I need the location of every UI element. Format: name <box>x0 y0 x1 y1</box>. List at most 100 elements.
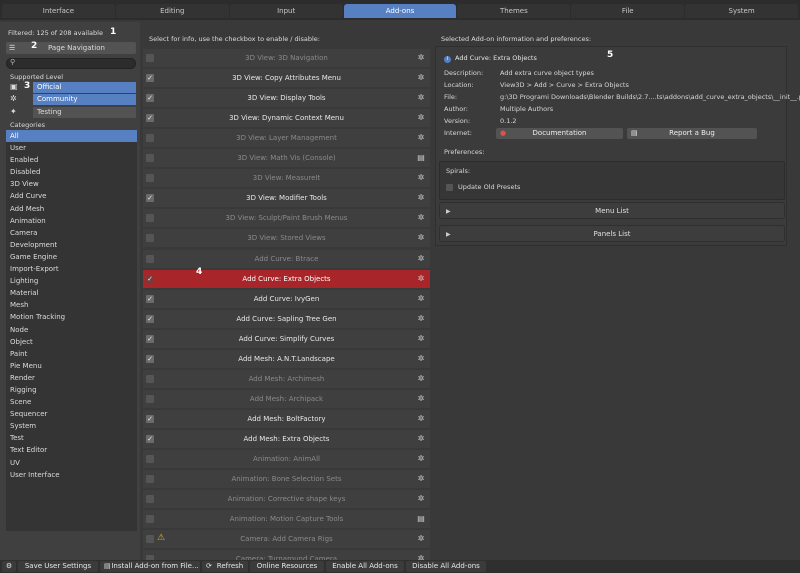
tab-interface[interactable]: Interface <box>2 4 115 18</box>
addon-enable-checkbox[interactable]: ✓ <box>146 194 154 203</box>
addon-enable-checkbox[interactable] <box>146 54 154 62</box>
category-item[interactable]: 3D View <box>6 178 137 190</box>
addon-enable-checkbox[interactable] <box>146 174 154 183</box>
category-item[interactable]: Object <box>6 336 137 348</box>
disable-all-button[interactable]: Disable All Add-ons <box>406 561 486 572</box>
addon-row[interactable]: 3D View: 3D Navigation ✲ <box>143 49 430 67</box>
category-item[interactable]: Lighting <box>6 275 137 287</box>
documentation-button[interactable]: ● Documentation <box>496 128 623 139</box>
category-item[interactable]: User Interface <box>6 469 137 481</box>
category-item[interactable]: Mesh <box>6 299 137 311</box>
category-item[interactable]: Text Editor <box>6 444 137 456</box>
addon-row[interactable]: Animation: Bone Selection Sets ✲ <box>143 470 430 489</box>
category-item[interactable]: Pie Menu <box>6 360 137 372</box>
category-item[interactable]: Development <box>6 239 137 251</box>
addon-enable-checkbox[interactable] <box>146 515 154 524</box>
category-item[interactable]: Add Mesh <box>6 203 137 215</box>
refresh-button[interactable]: ⟳ Refresh <box>202 561 248 572</box>
addon-enable-checkbox[interactable]: ✓ <box>146 114 154 123</box>
addon-row[interactable]: ✓ Add Curve: Sapling Tree Gen ✲ <box>143 309 430 328</box>
addon-row[interactable]: ✓ 3D View: Copy Attributes Menu ✲ <box>143 69 430 88</box>
addon-row[interactable]: ✓ Add Curve: Simplify Curves ✲ <box>143 329 430 348</box>
addon-row[interactable]: 3D View: MeasureIt ✲ <box>143 169 430 188</box>
addon-enable-checkbox[interactable] <box>146 394 154 403</box>
update-presets-checkbox[interactable] <box>446 184 453 191</box>
tab-system[interactable]: System <box>685 4 799 18</box>
addon-enable-checkbox[interactable] <box>146 254 154 263</box>
category-item[interactable]: Render <box>6 372 137 384</box>
level-testing[interactable]: Testing <box>33 107 136 118</box>
addon-enable-checkbox[interactable]: ✓ <box>146 274 154 283</box>
category-item[interactable]: Sequencer <box>6 408 137 420</box>
category-item[interactable]: Disabled <box>6 166 137 178</box>
addon-enable-checkbox[interactable] <box>146 495 154 504</box>
addon-row[interactable]: 3D View: Layer Management ✲ <box>143 129 430 148</box>
level-community[interactable]: Community <box>33 94 136 105</box>
addon-enable-checkbox[interactable] <box>146 455 154 463</box>
addon-enable-checkbox[interactable]: ✓ <box>146 354 154 363</box>
addon-enable-checkbox[interactable] <box>146 154 154 163</box>
panels-list-expander[interactable]: ▶ Panels List <box>439 225 785 242</box>
addon-row[interactable]: ✓ Add Mesh: Extra Objects ✲ <box>143 429 430 448</box>
addon-enable-checkbox[interactable] <box>146 234 154 243</box>
page-navigation-menu[interactable]: ☰ Page Navigation <box>6 42 136 54</box>
addon-row[interactable]: 3D View: Stored Views ✲ <box>143 229 430 248</box>
level-official[interactable]: Official <box>33 82 136 93</box>
category-item[interactable]: Game Engine <box>6 251 137 263</box>
addon-row[interactable]: Animation: Motion Capture Tools ▤ <box>143 510 430 529</box>
addon-row[interactable]: Add Mesh: Archipack ✲ <box>143 389 430 408</box>
category-item[interactable]: Add Curve <box>6 190 137 202</box>
enable-all-button[interactable]: Enable All Add-ons <box>326 561 404 572</box>
category-item[interactable]: Import-Export <box>6 263 137 275</box>
addon-row[interactable]: Add Mesh: Archimesh ✲ <box>143 369 430 388</box>
install-addon-button[interactable]: ▤ Install Add-on from File... <box>100 561 200 572</box>
addon-row[interactable]: 3D View: Sculpt/Paint Brush Menus ✲ <box>143 209 430 228</box>
addon-enable-checkbox[interactable]: ✓ <box>146 74 154 83</box>
addon-enable-checkbox[interactable]: ✓ <box>146 294 154 303</box>
addon-row[interactable]: ✓ 3D View: Display Tools ✲ <box>143 89 430 108</box>
addon-row[interactable]: 3D View: Math Vis (Console) ▤ <box>143 149 430 168</box>
preferences-icon[interactable]: ⚙ <box>2 561 16 572</box>
addon-enable-checkbox[interactable] <box>146 475 154 484</box>
online-resources-button[interactable]: Online Resources <box>250 561 324 572</box>
category-item[interactable]: User <box>6 142 137 154</box>
category-item[interactable]: Enabled <box>6 154 137 166</box>
menu-list-expander[interactable]: ▶ Menu List <box>439 202 785 219</box>
report-bug-button[interactable]: ▤ Report a Bug <box>627 128 757 139</box>
addon-row[interactable]: ✓ Add Mesh: BoltFactory ✲ <box>143 409 430 428</box>
category-item[interactable]: All <box>6 130 137 143</box>
addon-enable-checkbox[interactable]: ✓ <box>146 94 154 103</box>
addon-row[interactable]: Add Curve: Btrace ✲ <box>143 249 430 268</box>
addon-row[interactable]: ✓ 3D View: Modifier Tools ✲ <box>143 189 430 208</box>
category-item[interactable]: Rigging <box>6 384 137 396</box>
addon-row[interactable]: Animation: AnimAll ✲ <box>143 450 430 468</box>
addon-row[interactable]: ⚠ Camera: Add Camera Rigs ✲ <box>143 530 430 549</box>
category-item[interactable]: Node <box>6 324 137 336</box>
addon-enable-checkbox[interactable]: ✓ <box>146 334 154 343</box>
category-item[interactable]: Animation <box>6 215 137 227</box>
tab-editing[interactable]: Editing <box>115 4 229 18</box>
tab-input[interactable]: Input <box>229 4 343 18</box>
addon-enable-checkbox[interactable] <box>146 374 154 383</box>
save-user-settings-button[interactable]: Save User Settings <box>18 561 98 572</box>
addon-row[interactable]: Animation: Corrective shape keys ✲ <box>143 490 430 509</box>
addon-row[interactable]: ✓ Add Mesh: A.N.T.Landscape ✲ <box>143 349 430 368</box>
addon-enable-checkbox[interactable] <box>146 134 154 143</box>
category-item[interactable]: Material <box>6 287 137 299</box>
addon-enable-checkbox[interactable]: ✓ <box>146 414 154 423</box>
tab-file[interactable]: File <box>571 4 685 18</box>
addon-enable-checkbox[interactable] <box>146 214 154 223</box>
category-item[interactable]: Scene <box>6 396 137 408</box>
category-item[interactable]: System <box>6 420 137 432</box>
tab-add-ons[interactable]: Add-ons <box>343 4 457 18</box>
addon-row[interactable]: ✓ 3D View: Dynamic Context Menu ✲ <box>143 109 430 128</box>
addon-row[interactable]: ✓ Add Curve: Extra Objects ✲ <box>143 269 430 288</box>
addon-enable-checkbox[interactable]: ✓ <box>146 434 154 443</box>
category-item[interactable]: Camera <box>6 227 137 239</box>
addon-enable-checkbox[interactable]: ✓ <box>146 314 154 323</box>
search-input[interactable]: ⚲ <box>6 58 136 69</box>
category-item[interactable]: Test <box>6 432 137 444</box>
addon-row[interactable]: ✓ Add Curve: IvyGen ✲ <box>143 289 430 308</box>
category-item[interactable]: UV <box>6 457 137 469</box>
category-item[interactable]: Paint <box>6 348 137 360</box>
